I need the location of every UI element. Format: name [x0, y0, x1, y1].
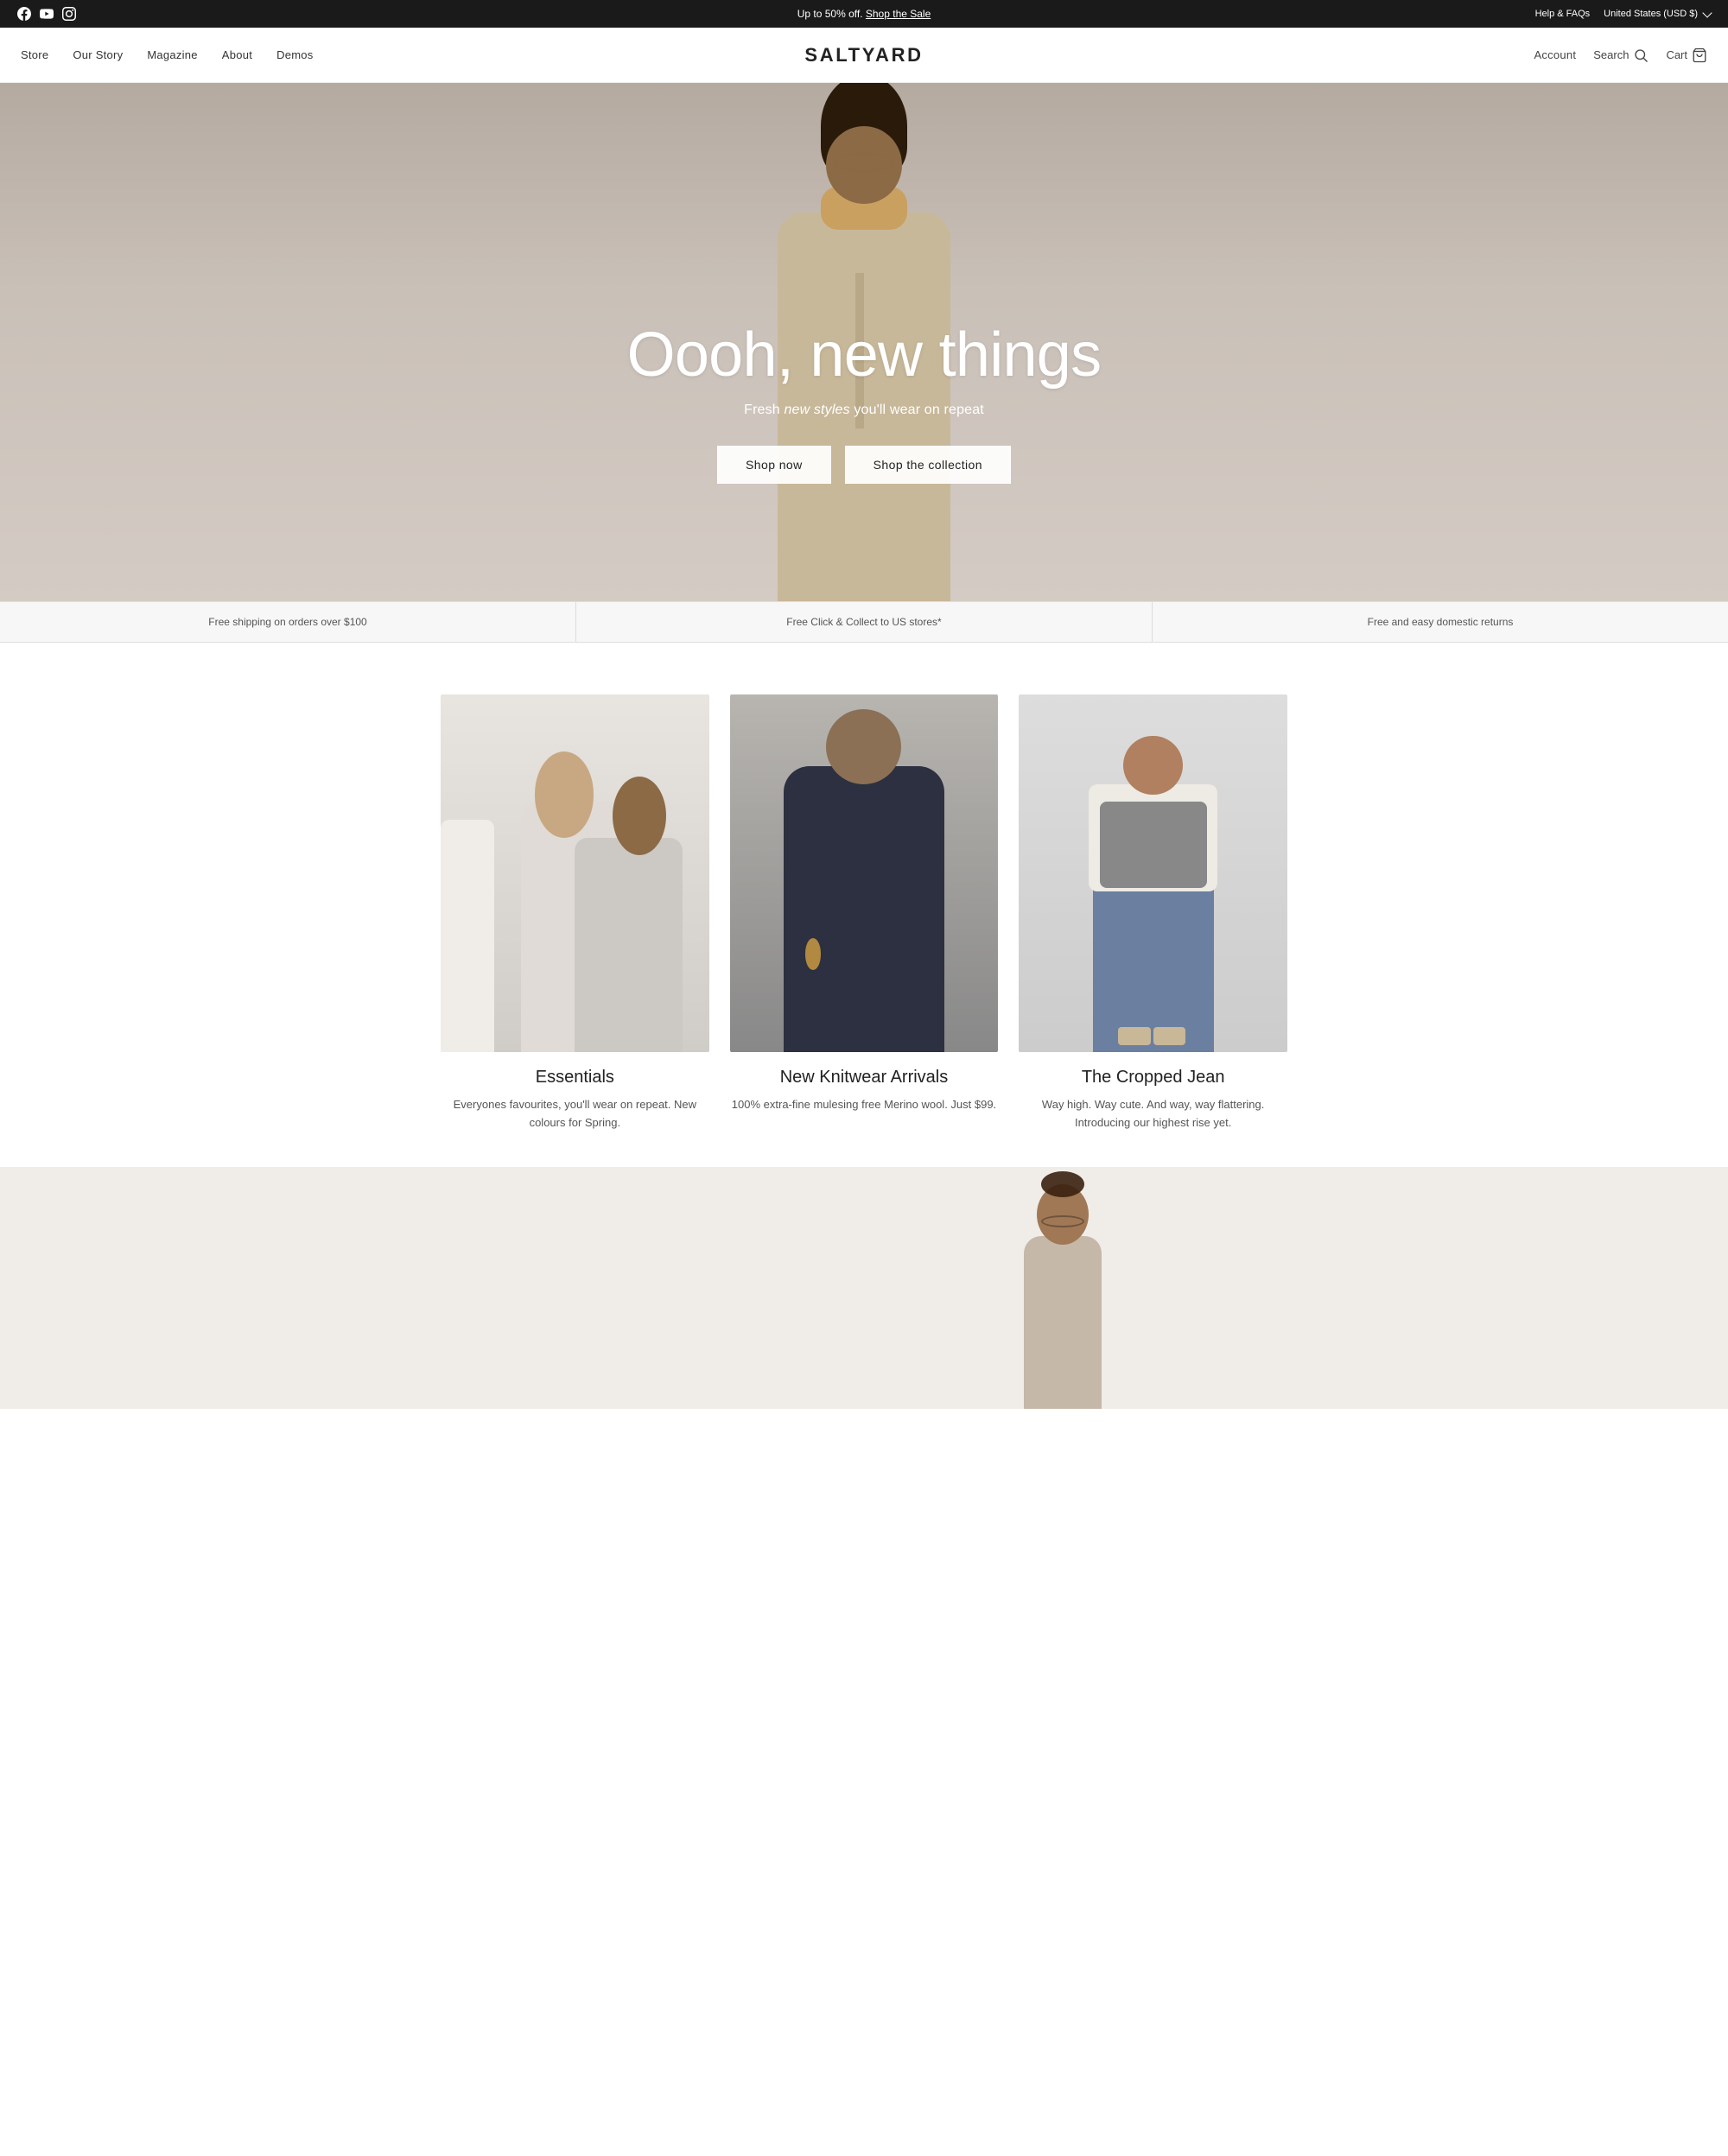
nav-item-magazine[interactable]: Magazine: [147, 48, 197, 61]
cart-label: Cart: [1666, 48, 1687, 61]
hero-subtitle-plain: Fresh: [744, 403, 784, 417]
info-strip-item-collect: Free Click & Collect to US stores*: [576, 602, 1153, 642]
hero-content: Oooh, new things Fresh new styles you'll…: [627, 321, 1102, 483]
sale-link[interactable]: Shop the Sale: [866, 8, 931, 20]
shop-now-button[interactable]: Shop now: [717, 446, 831, 484]
currency-chevron-icon: [1702, 8, 1712, 17]
bottom-teaser-section: [0, 1167, 1728, 1409]
product-figure-2: [730, 694, 999, 1052]
info-strip-item-shipping: Free shipping on orders over $100: [0, 602, 576, 642]
info-shipping-text: Free shipping on orders over $100: [208, 616, 366, 628]
product-figure-3-vest: [1100, 802, 1207, 887]
teaser-figure: [985, 1193, 1140, 1409]
youtube-icon[interactable]: [40, 7, 54, 21]
main-header: Store Our Story Magazine About Demos SAL…: [0, 28, 1728, 83]
info-strip: Free shipping on orders over $100 Free C…: [0, 601, 1728, 643]
product-card-essentials[interactable]: Essentials Everyones favourites, you'll …: [441, 694, 709, 1132]
nav-item-store[interactable]: Store: [21, 48, 48, 61]
social-icons: [17, 7, 76, 21]
product-card-jean-desc: Way high. Way cute. And way, way flatter…: [1019, 1096, 1287, 1132]
product-figure-3: [1019, 694, 1287, 1052]
product-section: Essentials Everyones favourites, you'll …: [0, 643, 1728, 1167]
product-figure-2-head: [826, 709, 901, 784]
info-returns-text: Free and easy domestic returns: [1368, 616, 1514, 628]
info-strip-item-returns: Free and easy domestic returns: [1153, 602, 1728, 642]
product-card-jean[interactable]: The Cropped Jean Way high. Way cute. And…: [1019, 694, 1287, 1132]
hero-buttons: Shop now Shop the collection: [627, 446, 1102, 484]
search-button[interactable]: Search: [1593, 48, 1649, 63]
search-icon: [1633, 48, 1649, 63]
currency-selector[interactable]: United States (USD $): [1604, 9, 1711, 19]
nav-right: Account Search Cart: [1534, 48, 1707, 63]
instagram-icon[interactable]: [62, 7, 76, 21]
hero-section: Oooh, new things Fresh new styles you'll…: [0, 83, 1728, 601]
hero-subtitle-italic: new styles: [784, 403, 849, 417]
product-grid: Essentials Everyones favourites, you'll …: [441, 694, 1287, 1132]
info-collect-text: Free Click & Collect to US stores*: [786, 616, 941, 628]
product-image-jean: [1019, 694, 1287, 1052]
facebook-icon[interactable]: [17, 7, 31, 21]
nav-item-our-story[interactable]: Our Story: [73, 48, 123, 61]
product-image-essentials: [441, 694, 709, 1052]
product-card-jean-title: The Cropped Jean: [1082, 1068, 1225, 1088]
nav-item-demos[interactable]: Demos: [276, 48, 313, 61]
hero-subtitle: Fresh new styles you'll wear on repeat: [627, 403, 1102, 418]
product-image-knitwear: [730, 694, 999, 1052]
help-link[interactable]: Help & FAQs: [1535, 9, 1591, 19]
teaser-figure-head: [1037, 1184, 1089, 1245]
hero-title: Oooh, new things: [627, 321, 1102, 390]
logo[interactable]: SALTYARD: [804, 44, 923, 67]
product-card-knitwear-desc: 100% extra-fine mulesing free Merino woo…: [732, 1096, 996, 1114]
product-figure-1: [441, 694, 709, 1052]
product-card-essentials-title: Essentials: [536, 1068, 614, 1088]
nav-item-about[interactable]: About: [222, 48, 252, 61]
product-figure-3-head: [1123, 736, 1182, 795]
product-card-knitwear-title: New Knitwear Arrivals: [780, 1068, 949, 1088]
search-label: Search: [1593, 48, 1629, 61]
announcement-center: Up to 50% off. Shop the Sale: [797, 8, 931, 20]
account-link[interactable]: Account: [1534, 48, 1576, 61]
product-figure-2-body: [784, 766, 944, 1052]
announcement-right: Help & FAQs United States (USD $): [1535, 9, 1711, 19]
announcement-bar: Up to 50% off. Shop the Sale Help & FAQs…: [0, 0, 1728, 28]
teaser-figure-body: [1024, 1236, 1102, 1409]
product-card-essentials-desc: Everyones favourites, you'll wear on rep…: [441, 1096, 709, 1132]
nav-left: Store Our Story Magazine About Demos: [21, 48, 314, 61]
shop-collection-button[interactable]: Shop the collection: [845, 446, 1011, 484]
product-card-knitwear[interactable]: New Knitwear Arrivals 100% extra-fine mu…: [730, 694, 999, 1132]
currency-label: United States (USD $): [1604, 9, 1698, 19]
hero-subtitle-end: you'll wear on repeat: [850, 403, 984, 417]
sale-text: Up to 50% off.: [797, 8, 863, 20]
cart-icon: [1692, 48, 1707, 63]
cart-button[interactable]: Cart: [1666, 48, 1707, 63]
